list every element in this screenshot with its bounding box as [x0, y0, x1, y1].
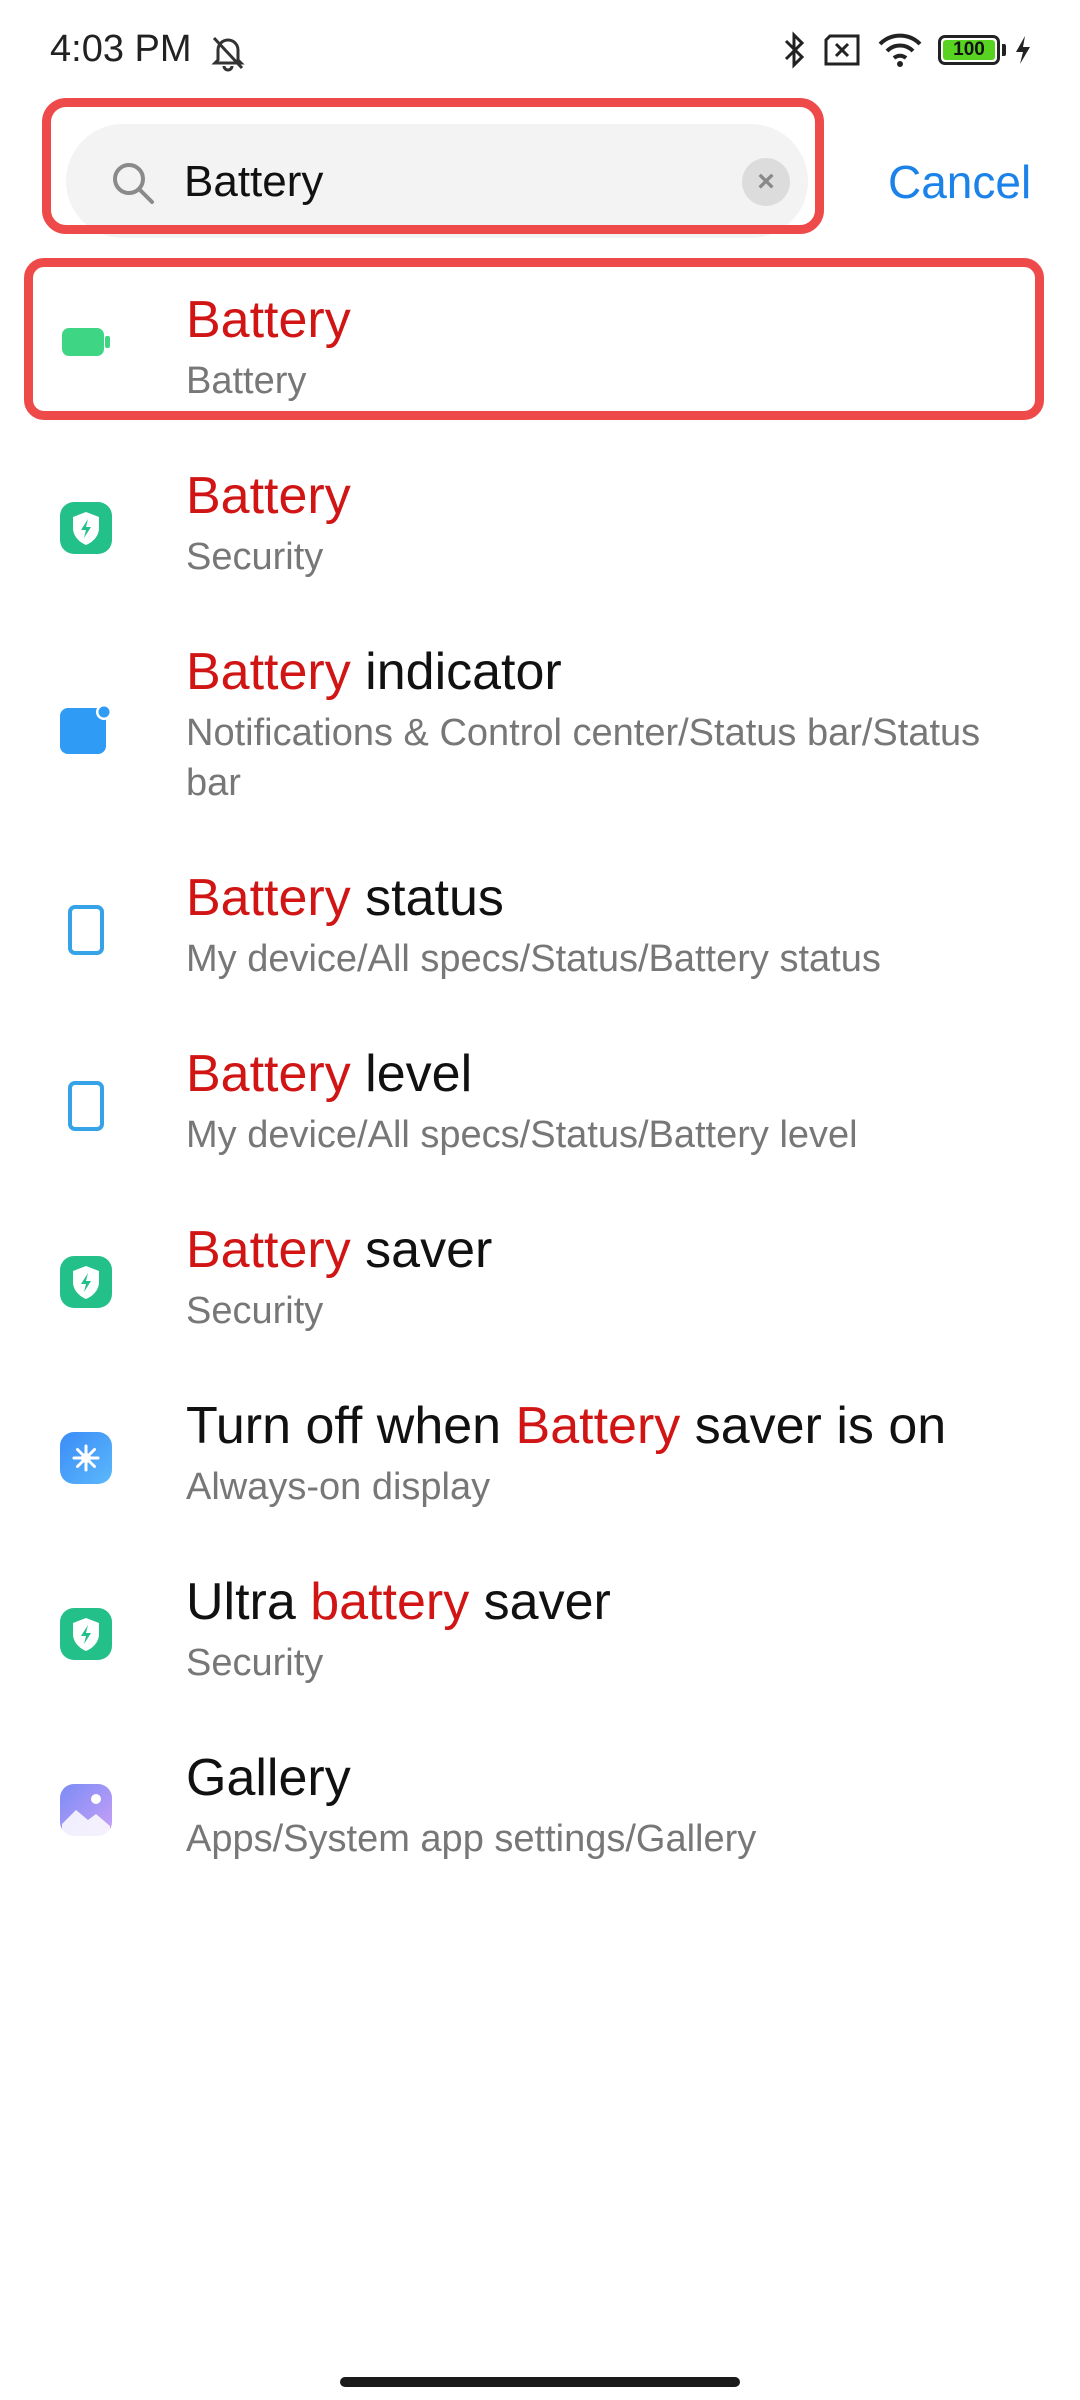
security-shield-icon: [60, 1608, 112, 1660]
result-item[interactable]: Battery status My device/All specs/Statu…: [0, 858, 1080, 998]
gallery-icon: [60, 1784, 112, 1836]
search-highlight-annotation: [42, 98, 824, 234]
battery-level: 100: [953, 39, 985, 60]
result-item[interactable]: Battery saver Security: [0, 1210, 1080, 1350]
result-title: Battery: [186, 467, 351, 525]
battery-icon: 100: [938, 35, 1000, 65]
security-shield-icon: [60, 1256, 112, 1308]
sim-off-icon: [824, 34, 860, 66]
result-subtitle: Notifications & Control center/Status ba…: [186, 712, 981, 804]
result-title: Battery indicator: [186, 643, 562, 701]
status-bar: 4:03 PM 100: [0, 0, 1080, 100]
result-subtitle: Security: [186, 536, 324, 578]
result-subtitle: Apps/System app settings/Gallery: [186, 1818, 757, 1860]
result-item[interactable]: Turn off when Battery saver is on Always…: [0, 1386, 1080, 1526]
result-highlight-annotation: [24, 258, 1044, 420]
result-item[interactable]: Ultra battery saver Security: [0, 1562, 1080, 1702]
cancel-button[interactable]: Cancel: [888, 152, 1031, 212]
always-on-display-icon: [60, 1432, 112, 1484]
device-icon: [68, 1081, 104, 1131]
mute-alarm-icon: [211, 36, 245, 72]
result-title: Battery status: [186, 869, 504, 927]
security-shield-icon: [60, 502, 112, 554]
home-indicator[interactable]: [340, 2377, 740, 2387]
result-title: Battery level: [186, 1045, 473, 1103]
result-title: Ultra battery saver: [186, 1573, 611, 1631]
result-subtitle: Security: [186, 1290, 324, 1332]
bluetooth-icon: [784, 31, 805, 69]
result-title: Gallery: [186, 1749, 351, 1807]
charging-icon: [1016, 36, 1030, 64]
device-icon: [68, 905, 104, 955]
notification-icon: [60, 704, 112, 754]
status-time: 4:03 PM: [50, 28, 192, 70]
wifi-icon: [878, 33, 922, 67]
battery-status: 100: [938, 35, 1032, 65]
result-item[interactable]: Battery indicator Notifications & Contro…: [0, 632, 1080, 822]
result-item[interactable]: Battery level My device/All specs/Status…: [0, 1034, 1080, 1174]
result-subtitle: My device/All specs/Status/Battery statu…: [186, 938, 881, 980]
result-subtitle: Always-on display: [186, 1466, 491, 1508]
result-title: Turn off when Battery saver is on: [186, 1397, 947, 1455]
result-title: Battery saver: [186, 1221, 493, 1279]
result-item[interactable]: Battery Security: [0, 456, 1080, 596]
result-item[interactable]: Gallery Apps/System app settings/Gallery: [0, 1738, 1080, 1878]
result-subtitle: Security: [186, 1642, 324, 1684]
result-subtitle: My device/All specs/Status/Battery level: [186, 1114, 858, 1156]
